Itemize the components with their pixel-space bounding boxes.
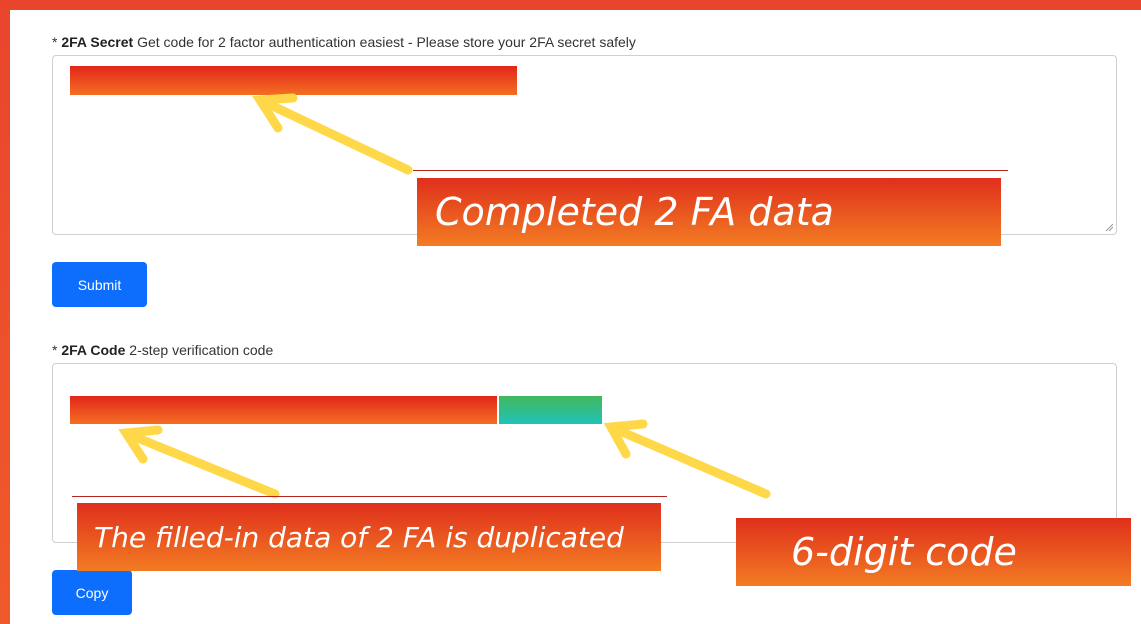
secret-callout: Completed 2 FA data bbox=[417, 178, 1001, 246]
arrow-to-code-icon bbox=[608, 423, 771, 499]
duplicate-callout: The filled-in data of 2 FA is duplicated bbox=[77, 503, 661, 571]
duplicate-callout-line bbox=[72, 496, 667, 497]
arrow-to-secret-icon bbox=[257, 96, 413, 175]
arrow-to-duplicate-icon bbox=[123, 429, 280, 499]
secret-callout-line bbox=[413, 170, 1008, 171]
form-page: * 2FA Secret Get code for 2 factor authe… bbox=[10, 10, 1141, 624]
code-callout: 6-digit code bbox=[736, 518, 1131, 586]
